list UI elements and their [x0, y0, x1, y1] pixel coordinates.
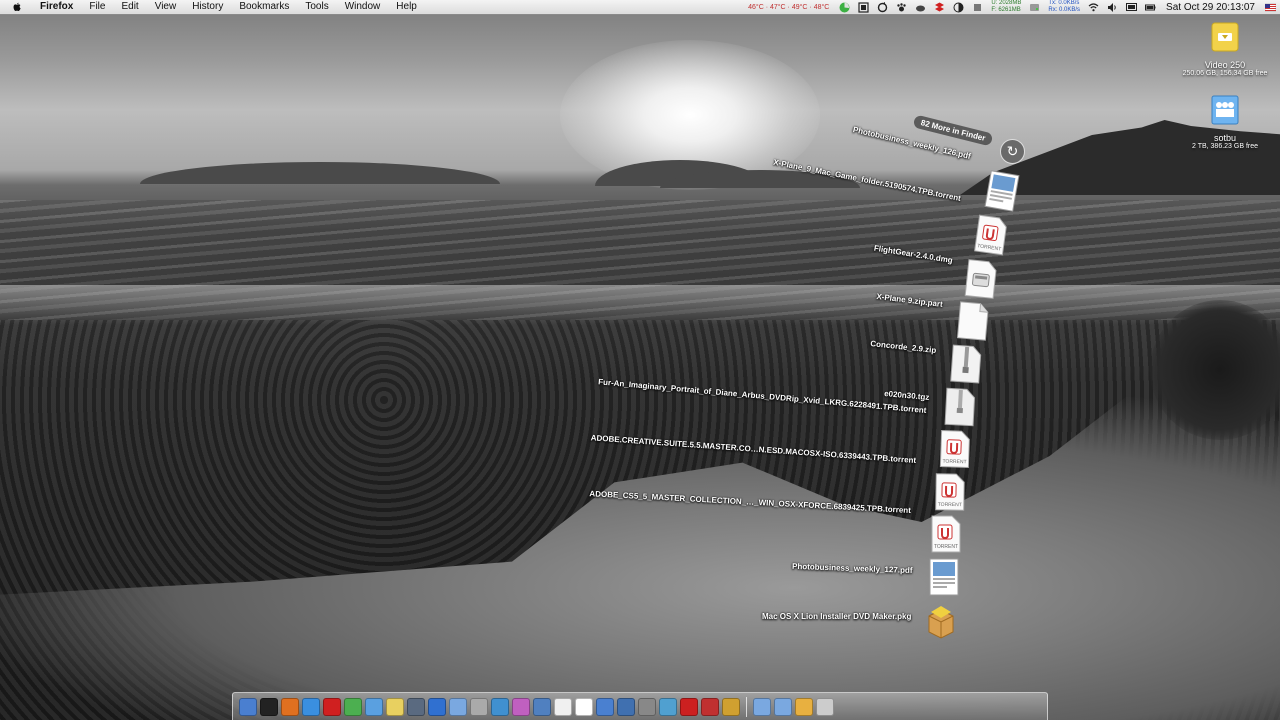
- documents-folder-icon[interactable]: [774, 697, 792, 716]
- folder-icon[interactable]: [449, 697, 467, 716]
- chrome-icon[interactable]: [344, 697, 362, 716]
- opera-icon[interactable]: [323, 697, 341, 716]
- menu-bookmarks[interactable]: Bookmarks: [231, 0, 297, 14]
- safari-icon[interactable]: [302, 697, 320, 716]
- pdf-thumbnail-icon[interactable]: [928, 558, 960, 596]
- torrent-badge: TORRENT: [942, 459, 966, 466]
- notes-icon[interactable]: [386, 697, 404, 716]
- cloud-icon[interactable]: [915, 2, 926, 13]
- desktop-drive-sotbu[interactable]: sotbu 2 TB, 386.23 GB free: [1175, 93, 1275, 150]
- display-icon[interactable]: [1126, 2, 1138, 13]
- sea-foam: [0, 285, 1280, 325]
- itunes-icon[interactable]: [491, 697, 509, 716]
- menu-edit[interactable]: Edit: [113, 0, 146, 14]
- desktop-drive-video[interactable]: Video 250 250.06 GB, 156.34 GB free: [1175, 20, 1275, 77]
- menu-window[interactable]: Window: [337, 0, 389, 14]
- lightroom-icon[interactable]: [407, 697, 425, 716]
- package-icon[interactable]: [925, 602, 957, 640]
- menu-file[interactable]: File: [81, 0, 113, 14]
- battery-icon[interactable]: [1145, 2, 1156, 13]
- volume-icon[interactable]: [1107, 2, 1118, 13]
- menu-help[interactable]: Help: [388, 0, 425, 14]
- network-download: Rx: 0.0KB/s: [1048, 7, 1081, 13]
- sync-icon[interactable]: [877, 1, 888, 13]
- menu-bar: Firefox File Edit View History Bookmarks…: [0, 0, 1280, 15]
- contrast-icon[interactable]: [953, 2, 964, 13]
- browser-icon[interactable]: [365, 697, 383, 716]
- drive-name: sotbu: [1213, 133, 1237, 143]
- open-in-finder-button[interactable]: ↻: [1000, 139, 1025, 164]
- utility-icon[interactable]: [722, 697, 740, 716]
- menu-tools[interactable]: Tools: [297, 0, 336, 14]
- status-menus: 46°C · 47°C · 49°C · 48°C U: 2028MB F: 6…: [742, 0, 1280, 14]
- menu-view[interactable]: View: [147, 0, 185, 14]
- input-source-flag-icon[interactable]: [1265, 2, 1276, 13]
- disk-image-icon[interactable]: [963, 258, 999, 299]
- network-drive-icon: [1211, 95, 1239, 125]
- memory-used: U: 2028MB: [991, 0, 1022, 6]
- dock-separator: [746, 696, 747, 717]
- stack-item[interactable]: Mac OS X Lion Installer DVD Maker.pkg: [762, 612, 911, 621]
- drive-info: 2 TB, 386.23 GB free: [1191, 143, 1259, 150]
- desktop-wallpaper: [0, 0, 1280, 720]
- stack-item-label: Mac OS X Lion Installer DVD Maker.pkg: [762, 612, 912, 621]
- paw-icon[interactable]: [896, 2, 907, 13]
- globe-icon[interactable]: [533, 697, 551, 716]
- external-drive-icon: [1211, 22, 1239, 52]
- drive-name: Video 250: [1204, 60, 1246, 70]
- curved-arrow-icon: ↻: [1006, 143, 1019, 159]
- wifi-icon[interactable]: [1088, 2, 1099, 13]
- trash-icon[interactable]: [816, 697, 834, 716]
- torrent-badge: TORRENT: [938, 502, 962, 508]
- photo-icon[interactable]: [470, 697, 488, 716]
- preferences-icon[interactable]: [638, 697, 656, 716]
- app-store-icon[interactable]: [428, 697, 446, 716]
- memory-meter[interactable]: U: 2028MB F: 6261MB: [987, 0, 1025, 14]
- torrent-badge: TORRENT: [934, 544, 958, 550]
- disk-activity-icon[interactable]: [1029, 2, 1040, 13]
- calendar-icon[interactable]: [575, 697, 593, 716]
- activity-gauge-icon[interactable]: [839, 2, 850, 13]
- spotlight-mini-icon[interactable]: [972, 2, 983, 13]
- memory-free: F: 6261MB: [991, 7, 1021, 13]
- torrent-file-icon[interactable]: TORRENT: [973, 214, 1010, 256]
- xcode-icon[interactable]: [617, 697, 635, 716]
- figure-hair: [1150, 300, 1280, 440]
- firefox-icon[interactable]: [281, 697, 299, 716]
- network-meter[interactable]: Tx: 0.0KB/s Rx: 0.0KB/s: [1044, 0, 1084, 14]
- zip-file-icon[interactable]: [949, 344, 984, 384]
- mail-icon[interactable]: [596, 697, 614, 716]
- network-upload: Tx: 0.0KB/s: [1048, 0, 1080, 6]
- torrent-file-icon[interactable]: TORRENT: [934, 473, 967, 512]
- terminal-icon[interactable]: [260, 697, 278, 716]
- apple-menu-icon[interactable]: [12, 2, 22, 12]
- dock: [232, 692, 1048, 720]
- drive-info: 250.06 GB, 156.34 GB free: [1182, 70, 1268, 77]
- textedit-icon[interactable]: [554, 697, 572, 716]
- window-arrange-icon[interactable]: [858, 1, 869, 13]
- music-icon[interactable]: [512, 697, 530, 716]
- torrent-file-icon[interactable]: TORRENT: [930, 515, 962, 553]
- acrobat-icon[interactable]: [680, 697, 698, 716]
- tgz-file-icon[interactable]: [943, 387, 977, 427]
- downloads-stack-icon[interactable]: [795, 697, 813, 716]
- applications-folder-icon[interactable]: [753, 697, 771, 716]
- filezilla-icon[interactable]: [701, 697, 719, 716]
- network-icon[interactable]: [659, 697, 677, 716]
- document-icon[interactable]: [955, 301, 990, 342]
- menu-app-name[interactable]: Firefox: [32, 0, 81, 14]
- torrent-file-icon[interactable]: TORRENT: [938, 429, 971, 468]
- menu-history[interactable]: History: [184, 0, 231, 14]
- pdf-thumbnail-icon[interactable]: [983, 170, 1021, 213]
- temperature-readout[interactable]: 46°C · 47°C · 49°C · 48°C: [742, 4, 835, 11]
- dropbox-icon[interactable]: [934, 2, 945, 13]
- finder-icon[interactable]: [239, 697, 257, 716]
- distant-island: [140, 162, 500, 184]
- menu-clock[interactable]: Sat Oct 29 20:13:07: [1160, 2, 1261, 13]
